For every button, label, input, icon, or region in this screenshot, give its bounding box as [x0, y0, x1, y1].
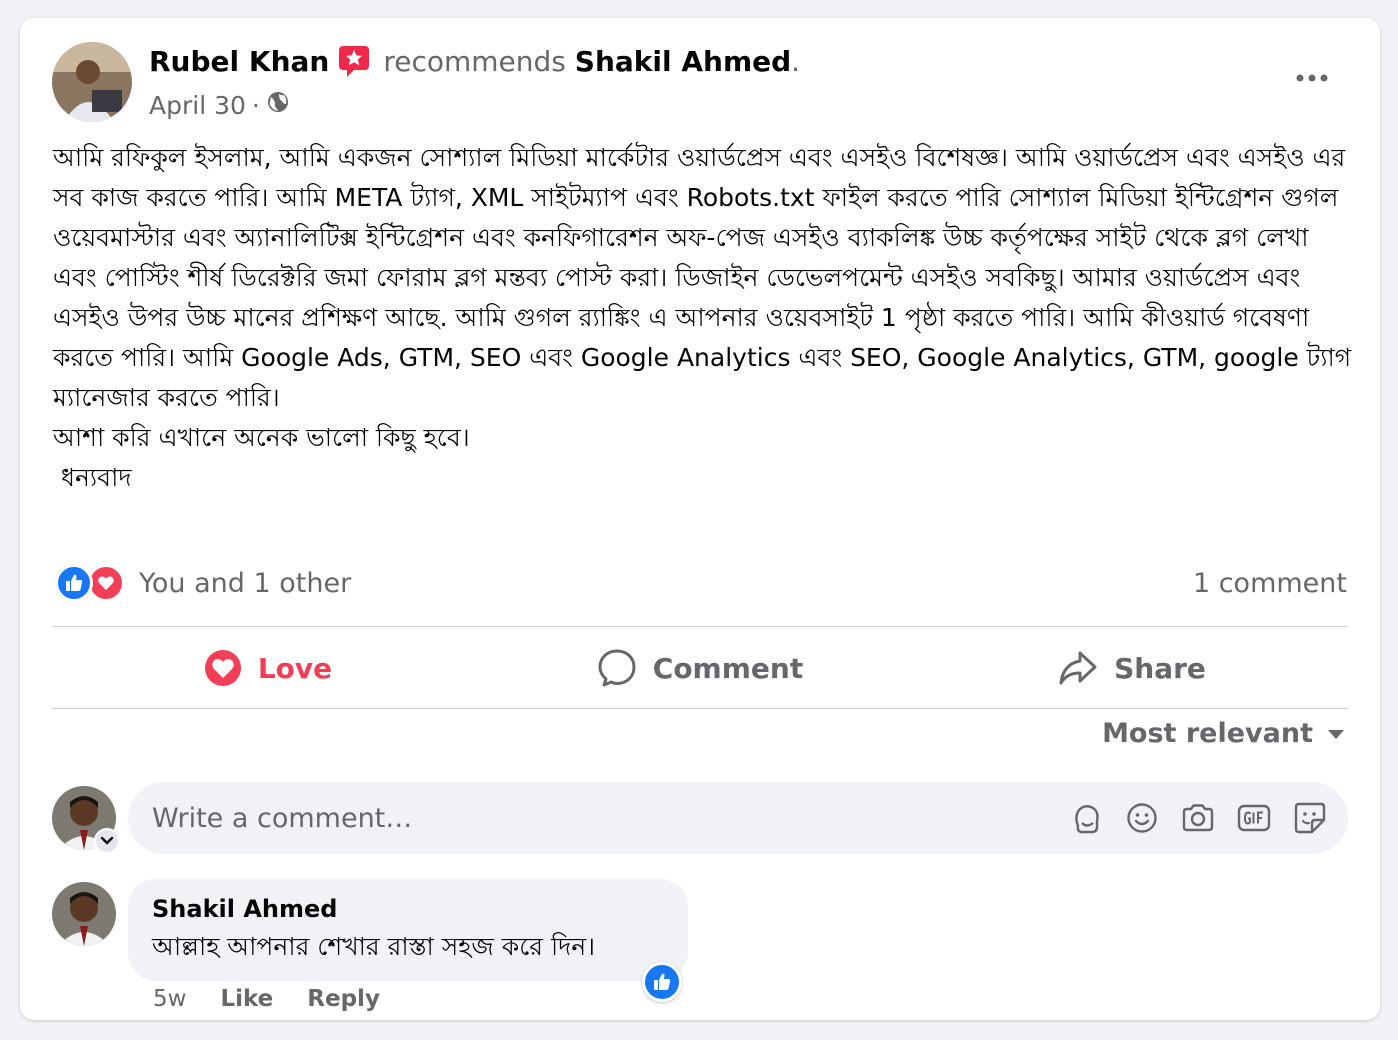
comment-like-reaction-icon[interactable] [642, 962, 682, 1002]
comment-count[interactable]: 1 comment [1193, 568, 1347, 599]
recommend-badge-icon [337, 44, 371, 78]
divider [52, 626, 1348, 627]
divider [52, 708, 1348, 709]
author-name[interactable]: Rubel Khan [149, 45, 329, 78]
comment-label: Comment [652, 651, 804, 685]
comment-meta: 5w Like Reply [153, 986, 380, 1012]
avatar-sticker-icon[interactable] [1068, 800, 1104, 836]
gif-icon[interactable] [1236, 800, 1272, 836]
sort-label: Most relevant [1102, 718, 1313, 749]
post-paragraph: আমি রফিকুল ইসলাম, আমি একজন সোশ্যাল মিডিয… [53, 143, 1352, 412]
target-suffix: . [791, 44, 801, 78]
love-button[interactable]: Love [52, 630, 484, 706]
post-date[interactable]: April 30 [149, 91, 246, 120]
emoji-icon[interactable] [1124, 800, 1160, 836]
comment-like-link[interactable]: Like [220, 986, 273, 1012]
composer-tools [1068, 800, 1348, 836]
author-avatar[interactable] [52, 42, 132, 122]
share-button[interactable]: Share [916, 630, 1348, 706]
post-paragraph: ধন্যবাদ [61, 463, 132, 492]
comment-composer[interactable] [128, 782, 1348, 854]
action-bar: Love Comment Share [52, 630, 1348, 706]
comment-button[interactable]: Comment [484, 630, 916, 706]
love-label: Love [257, 651, 333, 685]
comment-reply-link[interactable]: Reply [307, 986, 380, 1012]
comment-icon [598, 649, 636, 687]
comment-author-avatar[interactable] [52, 882, 116, 946]
profile-switch-chevron-icon[interactable] [94, 828, 120, 854]
post-paragraph: আশা করি এখানে অনেক ভালো কিছু হবে। [53, 423, 470, 452]
comment-bubble: Shakil Ahmed আল্লাহ আপনার শেখার রাস্তা স… [128, 879, 688, 981]
post-body: আমি রফিকুল ইসলাম, আমি একজন সোশ্যাল মিডিয… [53, 138, 1358, 498]
comment-author-name[interactable]: Shakil Ahmed [152, 895, 664, 923]
camera-icon[interactable] [1180, 800, 1216, 836]
action-text: recommends [383, 44, 566, 78]
like-reaction-icon [55, 564, 93, 602]
target-name[interactable]: Shakil Ahmed [575, 45, 791, 78]
globe-icon[interactable] [266, 90, 290, 120]
caret-down-icon [1328, 729, 1344, 739]
more-options-icon[interactable] [1294, 60, 1330, 96]
post-card: Rubel Khan recommends Shakil Ahmed. Apri… [20, 18, 1380, 1020]
post-meta: April 30 · [149, 90, 290, 120]
love-icon [204, 650, 241, 686]
share-icon [1059, 651, 1097, 685]
comment-age[interactable]: 5w [153, 986, 186, 1012]
reaction-count[interactable]: You and 1 other [139, 568, 351, 599]
comment-sort-dropdown[interactable]: Most relevant [1102, 718, 1345, 749]
reaction-summary[interactable]: You and 1 other [55, 564, 351, 602]
sticker-icon[interactable] [1292, 800, 1328, 836]
post-header: Rubel Khan recommends Shakil Ahmed. [149, 44, 800, 78]
meta-separator: · [251, 90, 260, 120]
comment-input[interactable] [152, 802, 1068, 834]
comment-text: আল্লাহ আপনার শেখার রাস্তা সহজ করে দিন। [152, 932, 596, 961]
share-label: Share [1114, 651, 1206, 685]
